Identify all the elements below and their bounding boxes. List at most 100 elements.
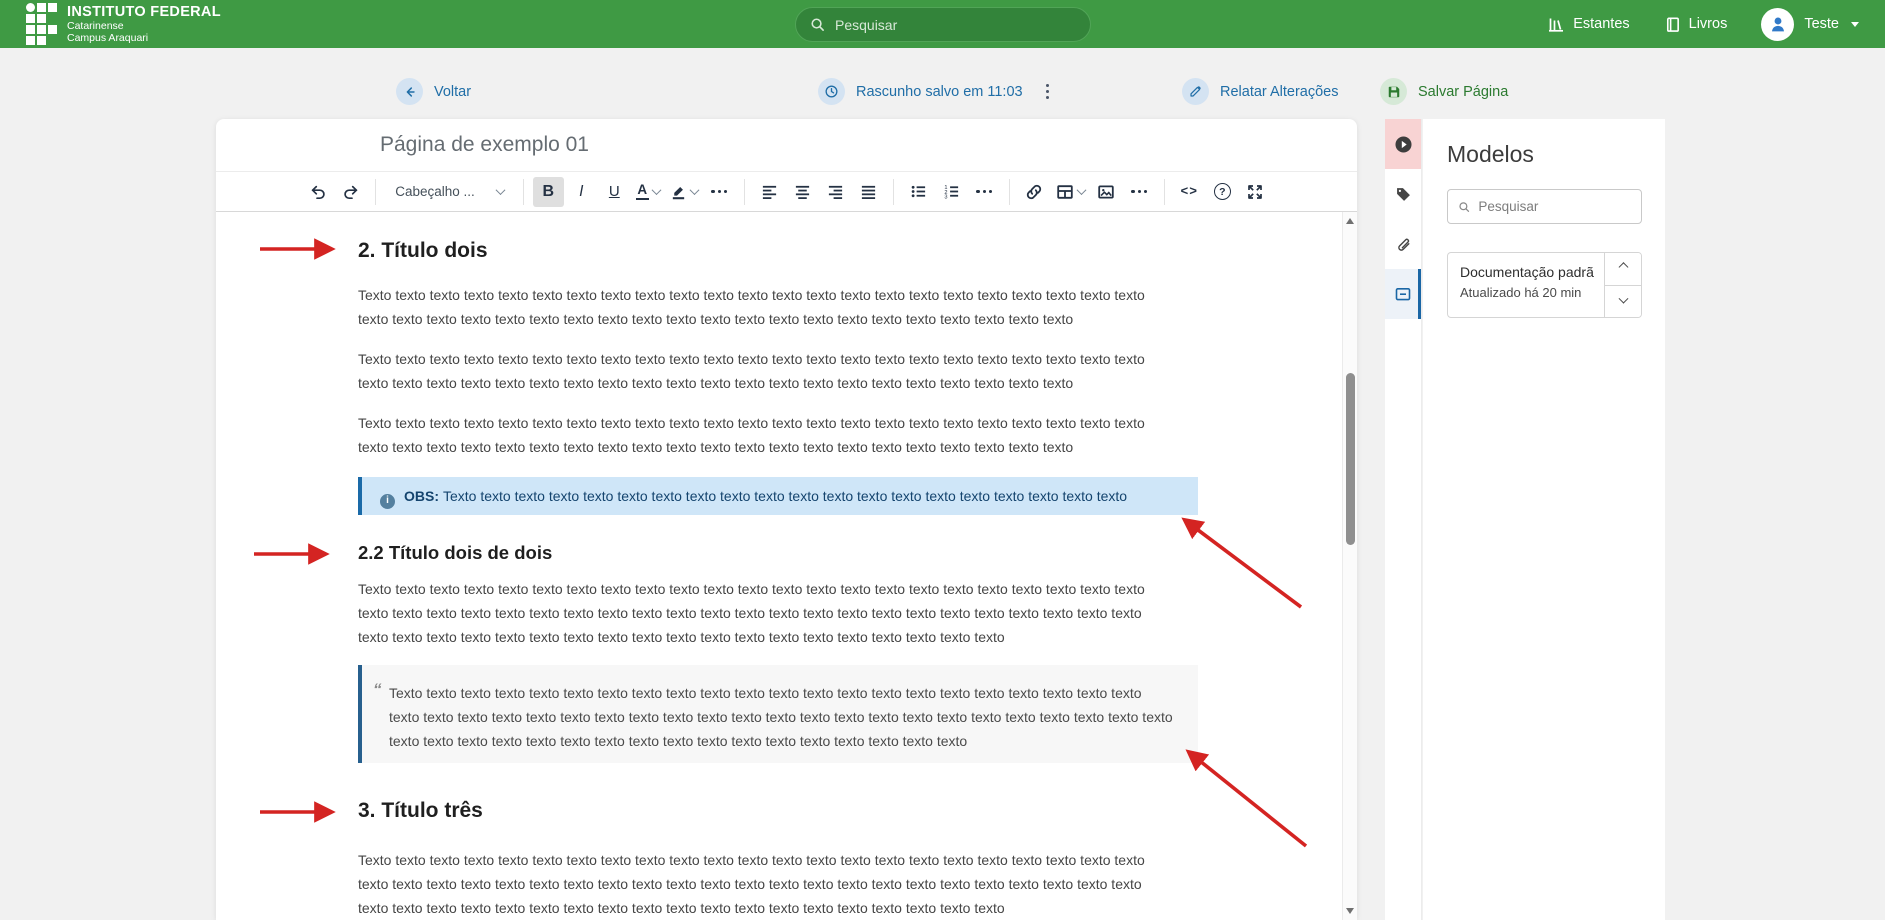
templates-panel-title: Modelos	[1447, 141, 1642, 168]
template-list-item: Documentação padrã Atualizado há 20 min	[1447, 252, 1642, 318]
nav-books-link[interactable]: Livros	[1664, 16, 1728, 33]
text-color-button[interactable]: A	[632, 177, 664, 207]
toolbar-separator	[1009, 179, 1010, 205]
more-inserts-button[interactable]	[1124, 177, 1155, 207]
doc-heading-2-2[interactable]: 2.2 Título dois de dois	[358, 540, 1173, 566]
template-info[interactable]: Documentação padrã Atualizado há 20 min	[1448, 253, 1604, 317]
callout-label: OBS:	[404, 488, 439, 504]
toolbox-tab-strip	[1385, 119, 1422, 920]
fullscreen-button[interactable]	[1240, 177, 1271, 207]
draft-status-label: Rascunho salvo em 11:03	[856, 84, 1023, 100]
doc-paragraph[interactable]: Texto texto texto texto texto texto text…	[358, 577, 1173, 649]
nav-shelves-link[interactable]: Estantes	[1547, 15, 1629, 33]
global-search[interactable]	[795, 7, 1091, 42]
brand-logo[interactable]: INSTITUTO FEDERAL Catarinense Campus Ara…	[26, 3, 221, 45]
template-icon	[1394, 285, 1412, 303]
doc-paragraph[interactable]: Texto texto texto texto texto texto text…	[358, 848, 1173, 920]
user-name: Teste	[1804, 16, 1839, 32]
nav-books-label: Livros	[1689, 16, 1728, 32]
report-changes-label: Relatar Alterações	[1220, 84, 1338, 100]
report-changes-button[interactable]: Relatar Alterações	[1182, 78, 1338, 105]
doc-paragraph[interactable]: Texto texto texto texto texto texto text…	[358, 283, 1173, 331]
bullet-list-icon	[910, 183, 927, 200]
bold-glyph: B	[543, 183, 555, 201]
help-button[interactable]: ?	[1207, 177, 1238, 207]
ellipsis-icon	[976, 190, 992, 193]
insert-image-button[interactable]	[1091, 177, 1122, 207]
search-icon	[1458, 200, 1470, 214]
bullet-list-button[interactable]	[903, 177, 934, 207]
blockquote[interactable]: “ Texto texto texto texto texto texto te…	[358, 665, 1198, 763]
highlight-color-button[interactable]	[666, 177, 702, 207]
scrollbar-thumb[interactable]	[1346, 373, 1355, 545]
wysiwyg-toolbar: Cabeçalho ... B I U A	[216, 172, 1357, 212]
top-navbar: INSTITUTO FEDERAL Catarinense Campus Ara…	[0, 0, 1885, 48]
doc-heading-3[interactable]: 3. Título três	[358, 798, 1173, 824]
clock-icon	[824, 84, 839, 99]
insert-template-top-button[interactable]	[1605, 253, 1641, 285]
image-icon	[1097, 183, 1115, 201]
paperclip-icon	[1395, 236, 1412, 253]
save-page-label: Salvar Página	[1418, 84, 1508, 100]
chevron-down-icon	[689, 185, 699, 195]
nav-shelves-label: Estantes	[1573, 16, 1629, 32]
tag-icon	[1395, 186, 1412, 203]
heading-format-select[interactable]: Cabeçalho ...	[385, 177, 514, 207]
highlighter-icon	[670, 183, 687, 200]
templates-search[interactable]	[1447, 189, 1642, 224]
editor-content-area[interactable]: 2. Título dois Texto texto texto texto t…	[216, 212, 1357, 920]
info-callout[interactable]: iOBS:Texto texto texto texto texto texto…	[358, 477, 1198, 515]
user-menu[interactable]: Teste	[1761, 8, 1859, 41]
align-center-button[interactable]	[787, 177, 818, 207]
toolbox-attachments-tab[interactable]	[1385, 219, 1421, 269]
doc-heading-2[interactable]: 2. Título dois	[358, 238, 1173, 264]
svg-text:3: 3	[944, 194, 947, 200]
align-right-icon	[827, 183, 844, 200]
draft-status[interactable]: Rascunho salvo em 11:03	[818, 78, 1052, 105]
numbered-list-icon: 1 2 3	[943, 183, 960, 200]
toolbox-tags-tab[interactable]	[1385, 169, 1421, 219]
templates-search-input[interactable]	[1478, 199, 1631, 214]
toolbox-templates-tab[interactable]	[1385, 269, 1421, 319]
bold-button[interactable]: B	[533, 177, 564, 207]
undo-button[interactable]	[302, 177, 333, 207]
page-title-row	[216, 119, 1357, 172]
underline-glyph: U	[609, 183, 620, 200]
instituto-federal-logo-icon	[26, 3, 57, 45]
numbered-list-button[interactable]: 1 2 3	[936, 177, 967, 207]
align-left-button[interactable]	[754, 177, 785, 207]
doc-paragraph[interactable]: Texto texto texto texto texto texto text…	[358, 347, 1173, 395]
editor-scrollbar[interactable]	[1342, 212, 1357, 920]
align-justify-button[interactable]	[853, 177, 884, 207]
italic-glyph: I	[579, 183, 583, 201]
code-view-button[interactable]: <>	[1174, 177, 1205, 207]
redo-button[interactable]	[335, 177, 366, 207]
chevron-down-icon	[1618, 293, 1628, 303]
underline-button[interactable]: U	[599, 177, 630, 207]
doc-paragraph[interactable]: Texto texto texto texto texto texto text…	[358, 411, 1173, 459]
more-lists-button[interactable]	[969, 177, 1000, 207]
more-formats-button[interactable]	[704, 177, 735, 207]
chevron-down-icon	[1851, 22, 1859, 27]
scroll-down-icon[interactable]	[1346, 908, 1354, 914]
toolbar-separator	[744, 179, 745, 205]
toolbox-toggle-tab[interactable]	[1385, 119, 1421, 169]
template-insert-buttons	[1604, 253, 1641, 317]
play-circle-icon	[1394, 135, 1413, 154]
align-justify-icon	[860, 183, 877, 200]
italic-button[interactable]: I	[566, 177, 597, 207]
insert-template-bottom-button[interactable]	[1605, 285, 1641, 318]
align-right-button[interactable]	[820, 177, 851, 207]
search-input[interactable]	[835, 17, 1076, 33]
template-name: Documentação padrã	[1460, 264, 1604, 280]
page-title-input[interactable]	[380, 133, 1180, 157]
back-button[interactable]: Voltar	[396, 78, 471, 105]
table-icon	[1056, 183, 1074, 201]
scroll-up-icon[interactable]	[1346, 218, 1354, 224]
insert-table-button[interactable]	[1052, 177, 1089, 207]
code-icon: <>	[1180, 184, 1198, 199]
save-page-button[interactable]: Salvar Página	[1380, 78, 1508, 105]
draft-options-kebab-icon[interactable]	[1043, 81, 1053, 103]
insert-link-button[interactable]	[1019, 177, 1050, 207]
undo-icon	[309, 183, 327, 201]
